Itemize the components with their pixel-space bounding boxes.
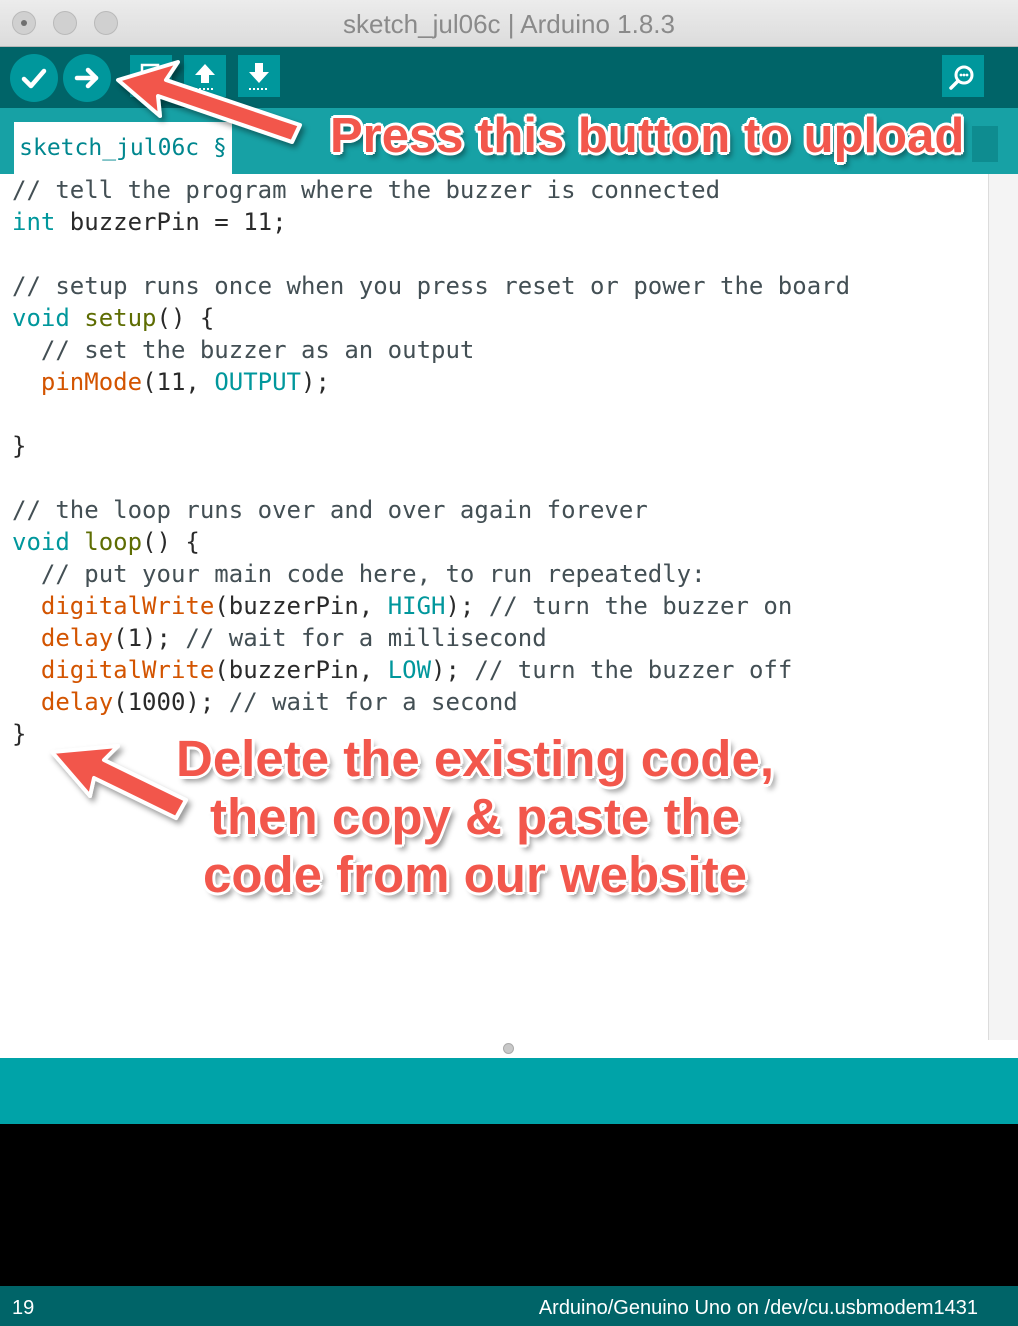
code-token: // wait for a millisecond [185, 624, 547, 652]
code-token: digitalWrite [40, 656, 215, 684]
code-token: } [12, 720, 27, 748]
code-editor[interactable]: // tell the program where the buzzer is … [0, 174, 988, 1040]
code-token: buzzerPin = 11; [55, 208, 287, 236]
code-line[interactable]: void setup() { [12, 302, 850, 334]
code-line[interactable]: // setup runs once when you press reset … [12, 270, 850, 302]
code-token: (buzzerPin, [214, 656, 388, 684]
title-bar: sketch_jul06c | Arduino 1.8.3 [0, 0, 1018, 47]
code-token: digitalWrite [40, 592, 215, 620]
tab-sketch[interactable]: sketch_jul06c § [14, 122, 232, 174]
save-button[interactable] [238, 55, 280, 97]
code-token: ); [301, 368, 330, 396]
code-line[interactable]: // the loop runs over and over again for… [12, 494, 850, 526]
console-output [0, 1124, 1018, 1286]
code-line[interactable]: pinMode(11, OUTPUT); [12, 366, 850, 398]
code-token: delay [40, 688, 114, 716]
code-token: loop [84, 528, 143, 556]
line-number: 19 [12, 1297, 35, 1319]
code-token: ); [431, 656, 475, 684]
code-token: // set the buzzer as an output [12, 336, 475, 364]
split-grip-handle[interactable] [503, 1043, 514, 1054]
code-line[interactable]: // set the buzzer as an output [12, 334, 850, 366]
code-line[interactable]: void loop() { [12, 526, 850, 558]
code-token: setup [84, 304, 157, 332]
code-token: OUTPUT [214, 368, 302, 396]
serial-monitor-button[interactable] [942, 55, 984, 97]
code-token: // turn the buzzer off [474, 656, 793, 684]
code-token: pinMode [40, 368, 143, 396]
open-button[interactable] [184, 55, 226, 97]
up-arrow-icon [195, 64, 215, 90]
code-token: () { [156, 304, 215, 332]
code-token: (1000); [113, 688, 229, 716]
board-port-label: Arduino/Genuino Uno on /dev/cu.usbmodem1… [538, 1297, 978, 1319]
code-line[interactable]: delay(1000); // wait for a second [12, 686, 850, 718]
code-token: } [12, 432, 27, 460]
code-token: delay [40, 624, 114, 652]
code-token: // tell the program where the buzzer is … [12, 176, 721, 204]
code-token: void [12, 304, 70, 332]
code-token: (11, [142, 368, 215, 396]
magnifier-icon [949, 65, 974, 90]
code-line[interactable]: delay(1); // wait for a millisecond [12, 622, 850, 654]
code-line[interactable]: // tell the program where the buzzer is … [12, 174, 850, 206]
window-title: sketch_jul06c | Arduino 1.8.3 [343, 9, 675, 39]
right-arrow-icon [74, 67, 99, 89]
code-token: (1); [113, 624, 186, 652]
editor-scrollbar[interactable] [988, 174, 1018, 1040]
delete-annotation-line: then copy & paste the [210, 788, 740, 845]
checkmark-icon [21, 68, 47, 89]
code-token: // the loop runs over and over again for… [12, 496, 648, 524]
upload-annotation: Press this button to upload [330, 109, 965, 163]
status-bar: 19 Arduino/Genuino Uno on /dev/cu.usbmod… [0, 1286, 1018, 1326]
code-line[interactable]: // put your main code here, to run repea… [12, 558, 850, 590]
code-token: (buzzerPin, [214, 592, 388, 620]
console-message-area [0, 1058, 1018, 1124]
tab-menu-button[interactable] [972, 126, 998, 162]
delete-annotation-line: Delete the existing code, [175, 730, 774, 787]
code-token: HIGH [387, 592, 446, 620]
code-token: // setup runs once when you press reset … [12, 272, 851, 300]
code-line[interactable] [12, 462, 850, 494]
code-token: // wait for a second [228, 688, 518, 716]
code-text[interactable]: // tell the program where the buzzer is … [12, 174, 850, 750]
code-line[interactable]: } [12, 430, 850, 462]
new-file-icon [140, 63, 160, 87]
delete-code-annotation: Delete the existing code, then copy & pa… [150, 730, 800, 904]
code-line[interactable] [12, 398, 850, 430]
code-line[interactable]: int buzzerPin = 11; [12, 206, 850, 238]
code-line[interactable] [12, 238, 850, 270]
code-token: () { [142, 528, 200, 556]
delete-annotation-line: code from our website [202, 846, 748, 903]
code-token: LOW [387, 656, 432, 684]
verify-button[interactable] [10, 54, 58, 102]
code-token: int [12, 208, 56, 236]
code-line[interactable]: digitalWrite(buzzerPin, LOW); // turn th… [12, 654, 850, 686]
code-token: // turn the buzzer on [488, 592, 793, 620]
toolbar [0, 47, 1018, 108]
code-line[interactable]: digitalWrite(buzzerPin, HIGH); // turn t… [12, 590, 850, 622]
code-token: void [12, 528, 70, 556]
down-arrow-icon [249, 63, 269, 90]
upload-button[interactable] [63, 54, 111, 102]
new-button[interactable] [130, 55, 172, 97]
code-token: ); [445, 592, 489, 620]
code-token: // put your main code here, to run repea… [12, 560, 706, 588]
